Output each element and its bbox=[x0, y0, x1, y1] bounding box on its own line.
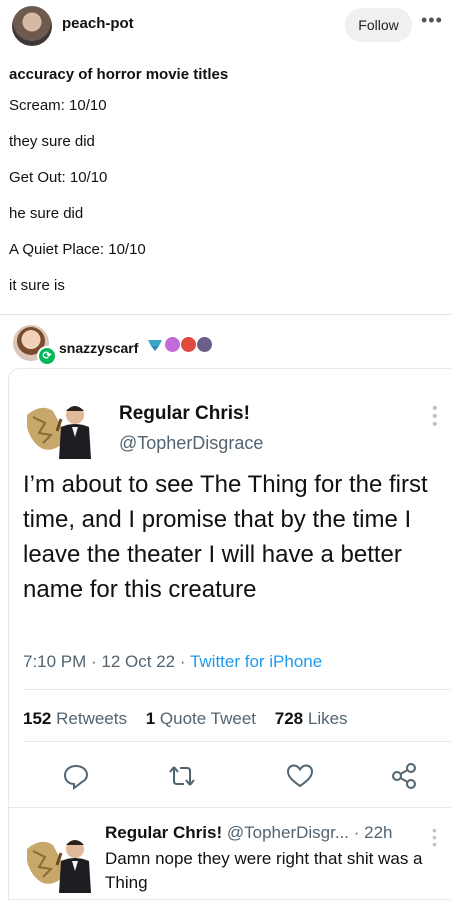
quotes-stat[interactable]: 1 Quote Tweet bbox=[146, 709, 256, 728]
likes-label: Likes bbox=[307, 709, 348, 728]
more-options-icon[interactable]: ••• bbox=[421, 10, 443, 31]
post-line: they sure did bbox=[9, 133, 95, 150]
post-title: accuracy of horror movie titles bbox=[9, 66, 229, 83]
reblog-avatar[interactable]: ⟳ bbox=[13, 325, 57, 366]
likes-count: 728 bbox=[274, 709, 304, 728]
tweet-author-name[interactable]: Regular Chris! bbox=[119, 403, 250, 425]
post-header: peach-pot Follow ••• bbox=[0, 0, 451, 56]
post-body: accuracy of horror movie titles Scream: … bbox=[9, 64, 439, 304]
post-line: it sure is bbox=[9, 277, 65, 294]
reply-icon[interactable] bbox=[61, 761, 91, 791]
badge-icon bbox=[197, 337, 212, 352]
quotes-count: 1 bbox=[145, 709, 156, 728]
divider bbox=[9, 807, 451, 808]
tweet-actions bbox=[23, 759, 423, 793]
kebab-icon[interactable]: • • • bbox=[432, 401, 438, 433]
reply-time[interactable]: · 22h bbox=[354, 823, 393, 842]
tweet-stats: 152 Retweets 1 Quote Tweet 728 Likes bbox=[23, 709, 348, 729]
retweets-label: Retweets bbox=[56, 709, 127, 728]
retweet-icon[interactable] bbox=[167, 761, 197, 791]
divider bbox=[23, 689, 451, 690]
likes-stat[interactable]: 728 Likes bbox=[275, 709, 348, 728]
avatar[interactable] bbox=[12, 6, 52, 46]
retweets-count: 152 bbox=[23, 709, 52, 728]
tweet-avatar bbox=[27, 406, 91, 459]
reblog-username[interactable]: snazzyscarf bbox=[59, 340, 138, 356]
reply-text: Damn nope they were right that shit was … bbox=[105, 849, 423, 892]
reply-avatar bbox=[27, 840, 91, 893]
post-line: he sure did bbox=[9, 205, 84, 222]
post-username[interactable]: peach-pot bbox=[62, 15, 134, 32]
tweet-text: I’m about to see The Thing for the first… bbox=[23, 471, 428, 603]
retweets-stat[interactable]: 152 Retweets bbox=[23, 709, 127, 728]
badge-icon bbox=[148, 340, 162, 351]
tweet-meta: 7:10 PM · 12 Oct 22 · Twitter for iPhone bbox=[23, 652, 322, 672]
tweet-source-link[interactable]: Twitter for iPhone bbox=[190, 652, 322, 671]
share-icon[interactable] bbox=[389, 761, 419, 791]
tweet-card[interactable]: Regular Chris! @TopherDisgrace • • • I’m a… bbox=[8, 368, 451, 900]
badge-icon bbox=[165, 337, 180, 352]
tweet-timestamp[interactable]: 7:10 PM · 12 Oct 22 · bbox=[23, 652, 190, 671]
post-line: Scream: 10/10 bbox=[9, 97, 107, 114]
reply-author-name[interactable]: Regular Chris! bbox=[105, 823, 222, 842]
post-line: A Quiet Place: 10/10 bbox=[9, 241, 146, 258]
divider bbox=[0, 314, 451, 315]
post-line: Get Out: 10/10 bbox=[9, 169, 108, 186]
reblog-icon: ⟳ bbox=[37, 346, 57, 366]
follow-button[interactable]: Follow bbox=[345, 8, 412, 42]
badge-icon bbox=[181, 337, 196, 352]
divider bbox=[23, 741, 451, 742]
reply-author-handle[interactable]: @TopherDisgr... bbox=[227, 823, 349, 842]
reply-header: Regular Chris! @TopherDisgr... · 22h bbox=[105, 823, 393, 843]
like-icon[interactable] bbox=[285, 761, 315, 791]
user-badges bbox=[146, 337, 212, 355]
kebab-icon[interactable]: • • • bbox=[432, 823, 437, 851]
tweet-author-handle[interactable]: @TopherDisgrace bbox=[119, 433, 263, 454]
quotes-label: Quote Tweet bbox=[159, 709, 257, 728]
